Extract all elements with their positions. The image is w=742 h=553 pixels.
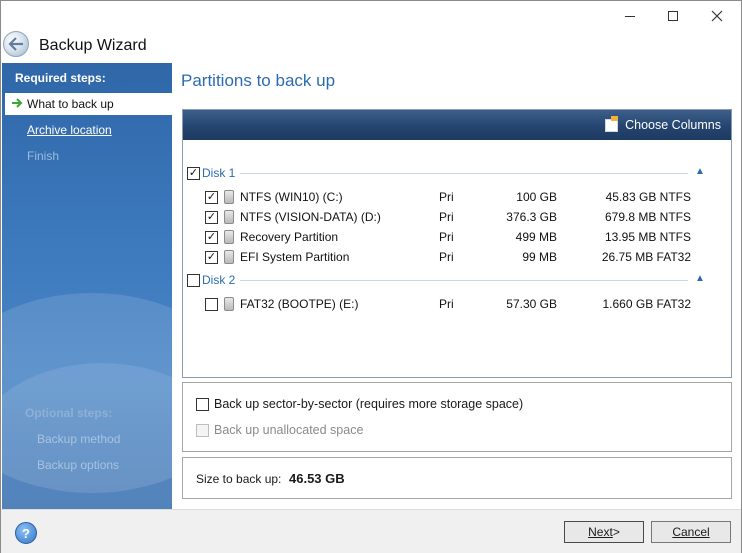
disk-label: Disk 1 — [202, 166, 236, 180]
drive-icon — [224, 190, 234, 204]
backup-wizard-window: Backup Wizard Required steps: What to ba… — [0, 0, 742, 553]
step-finish: Finish — [27, 149, 60, 163]
maximize-button[interactable] — [655, 5, 691, 27]
partition-type: Pri — [439, 190, 454, 204]
unallocated-option: Back up unallocated space — [196, 423, 363, 437]
partition-name: NTFS (WIN10) (C:) — [240, 190, 343, 204]
partition-capacity: 57.30 GB — [506, 297, 557, 311]
partition-checkbox[interactable]: ✓ — [205, 231, 218, 244]
next-button[interactable]: Next > — [564, 521, 644, 543]
choose-columns-button[interactable]: Choose Columns — [605, 115, 721, 132]
table-row[interactable]: ✓ NTFS (WIN10) (C:) Pri 100 GB 45.83 GB … — [183, 188, 731, 208]
partition-free-space: 1.660 GB FAT32 — [602, 297, 692, 311]
partition-free-space: 26.75 MB FAT32 — [601, 250, 691, 264]
partition-type: Pri — [439, 250, 454, 264]
sector-by-sector-checkbox[interactable] — [196, 397, 209, 411]
maximize-icon — [668, 11, 678, 21]
cancel-button-label: Cancel — [672, 525, 710, 539]
partition-free-space: 13.95 MB NTFS — [604, 230, 691, 244]
step-archive-location[interactable]: Archive location — [27, 123, 112, 137]
arrow-right-icon — [11, 97, 25, 111]
drive-icon — [224, 297, 234, 311]
partition-capacity: 499 MB — [515, 230, 557, 244]
unallocated-checkbox — [196, 423, 209, 437]
next-button-label: Next — [588, 525, 613, 539]
partition-checkbox[interactable]: ✓ — [205, 251, 218, 264]
size-label: Size to back up: — [196, 472, 282, 486]
sector-by-sector-option[interactable]: Back up sector-by-sector (requires more … — [196, 397, 523, 411]
cancel-button[interactable]: Cancel — [651, 521, 731, 543]
partition-type: Pri — [439, 297, 454, 311]
backup-options-box: Back up sector-by-sector (requires more … — [182, 382, 732, 452]
drive-icon — [224, 230, 234, 244]
wizard-footer: ? Next > Cancel — [1, 509, 741, 553]
divider — [240, 280, 688, 281]
unallocated-label: Back up unallocated space — [214, 423, 364, 437]
partition-capacity: 99 MB — [522, 250, 557, 264]
table-row[interactable]: ✓ NTFS (VISION-DATA) (D:) Pri 376.3 GB 6… — [183, 208, 731, 228]
close-icon — [711, 10, 723, 22]
size-value: 46.53 GB — [289, 471, 345, 486]
drive-icon — [224, 250, 234, 264]
disk-2-checkbox[interactable] — [187, 274, 200, 287]
partition-capacity: 376.3 GB — [506, 210, 557, 224]
sector-by-sector-label: Back up sector-by-sector (requires more … — [214, 397, 524, 411]
title-bar: Backup Wizard — [1, 1, 741, 63]
partition-name: EFI System Partition — [240, 250, 350, 264]
page-title: Partitions to back up — [181, 71, 336, 90]
partition-type: Pri — [439, 230, 454, 244]
grid-header: Choose Columns — [183, 110, 731, 140]
collapse-icon[interactable]: ▲ — [695, 166, 705, 177]
columns-icon — [605, 115, 619, 132]
disk-row: Disk 2 ▲ — [183, 271, 731, 291]
partition-name: Recovery Partition — [240, 230, 339, 244]
required-steps-heading: Required steps: — [15, 71, 106, 85]
window-title: Backup Wizard — [39, 37, 147, 54]
drive-icon — [224, 210, 234, 224]
next-button-suffix: > — [612, 525, 620, 539]
minimize-button[interactable] — [612, 5, 648, 27]
table-row[interactable]: ✓ Recovery Partition Pri 499 MB 13.95 MB… — [183, 228, 731, 248]
partition-free-space: 45.83 GB NTFS — [605, 190, 691, 204]
partition-free-space: 679.8 MB NTFS — [604, 210, 691, 224]
collapse-icon[interactable]: ▲ — [695, 273, 705, 284]
size-summary-box: Size to back up: 46.53 GB — [182, 457, 732, 499]
disk-1-checkbox[interactable]: ✓ — [187, 167, 200, 180]
partition-capacity: 100 GB — [516, 190, 557, 204]
partition-checkbox[interactable] — [205, 298, 218, 311]
step-backup-options: Backup options — [37, 458, 120, 472]
divider — [240, 173, 688, 174]
table-row[interactable]: ✓ EFI System Partition Pri 99 MB 26.75 M… — [183, 248, 731, 268]
partition-type: Pri — [439, 210, 454, 224]
wizard-steps-sidebar: Required steps: What to back up Archive … — [2, 63, 172, 509]
minimize-icon — [625, 15, 635, 17]
disk-row: ✓ Disk 1 ▲ — [183, 164, 731, 184]
step-backup-method: Backup method — [37, 432, 121, 446]
close-button[interactable] — [699, 5, 735, 27]
help-icon[interactable]: ? — [15, 522, 37, 544]
partitions-grid: Choose Columns ✓ Disk 1 ▲ ✓ NTFS (WIN10)… — [182, 109, 732, 378]
table-row[interactable]: FAT32 (BOOTPE) (E:) Pri 57.30 GB 1.660 G… — [183, 295, 731, 315]
optional-steps-heading: Optional steps: — [25, 406, 113, 420]
partition-name: NTFS (VISION-DATA) (D:) — [240, 210, 381, 224]
partition-name: FAT32 (BOOTPE) (E:) — [240, 297, 359, 311]
partition-checkbox[interactable]: ✓ — [205, 191, 218, 204]
disk-label: Disk 2 — [202, 273, 236, 287]
step-label: What to back up — [27, 97, 114, 111]
back-arrow-icon[interactable] — [3, 31, 29, 57]
choose-columns-label: Choose Columns — [625, 118, 721, 132]
partition-checkbox[interactable]: ✓ — [205, 211, 218, 224]
step-what-to-back-up[interactable]: What to back up — [5, 93, 172, 115]
